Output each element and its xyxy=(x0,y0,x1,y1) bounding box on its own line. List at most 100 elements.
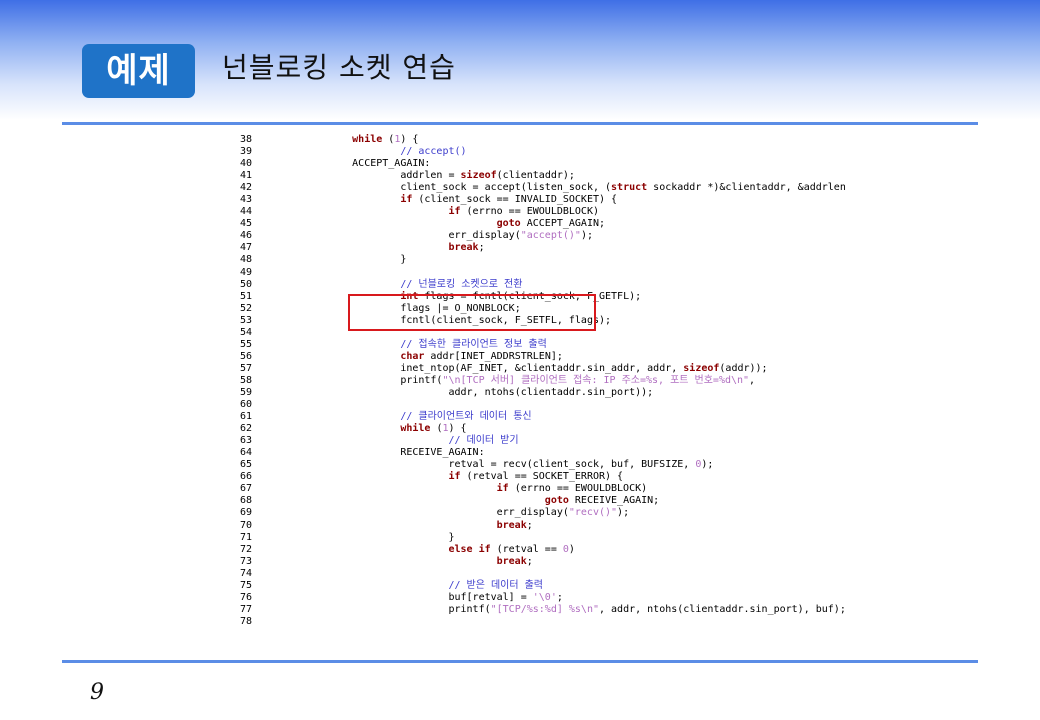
code-text: if (errno == EWOULDBLOCK) xyxy=(448,206,599,218)
line-number: 73 xyxy=(240,555,253,567)
code-text: } xyxy=(400,254,406,266)
code-text: break; xyxy=(497,556,533,568)
code-token: "\n[TCP 서버] 클라이언트 접속: IP 주소=%s, 포트 번호=%d… xyxy=(442,374,750,386)
code-token: printf( xyxy=(400,374,443,386)
code-token: sizeof xyxy=(460,170,497,182)
divider-top xyxy=(62,122,978,125)
line-number: 56 xyxy=(240,350,253,362)
code-token: ( xyxy=(382,134,395,145)
highlight-box xyxy=(348,294,596,331)
code-token: break xyxy=(496,555,527,567)
line-number: 54 xyxy=(240,326,253,338)
code-text: // accept() xyxy=(400,146,466,158)
line-number: 39 xyxy=(240,146,253,158)
line-number: 67 xyxy=(240,483,253,495)
line-number: 71 xyxy=(240,531,253,543)
code-token: if xyxy=(448,206,461,218)
line-number: 69 xyxy=(240,507,253,519)
code-token: ( xyxy=(430,423,443,435)
code-token: // 클라이언트와 데이터 통신 xyxy=(400,411,532,423)
code-token: } xyxy=(400,254,407,266)
code-text: err_display("recv()"); xyxy=(497,507,629,519)
code-token: RECEIVE_AGAIN: xyxy=(400,447,485,459)
code-token: if xyxy=(448,471,461,483)
code-token: '\0' xyxy=(532,591,557,603)
line-number: 62 xyxy=(240,423,253,435)
code-text: inet_ntop(AF_INET, &clientaddr.sin_addr,… xyxy=(400,363,767,375)
example-badge: 예제 xyxy=(82,44,195,98)
code-token: (client_sock == INVALID_SOCKET) { xyxy=(412,194,618,206)
code-token: ; xyxy=(556,591,563,603)
code-token: (errno == EWOULDBLOCK) xyxy=(460,206,599,218)
code-token: char xyxy=(400,350,425,362)
line-number: 50 xyxy=(240,278,253,290)
code-token: ; xyxy=(478,242,485,254)
line-number: 77 xyxy=(240,603,253,615)
code-token: "recv()" xyxy=(568,507,618,519)
line-number: 57 xyxy=(240,362,253,374)
code-text: printf("[TCP/%s:%d] %s\n", addr, ntohs(c… xyxy=(448,604,845,616)
line-number: 74 xyxy=(240,567,253,579)
slide-title: 넌블로킹 소켓 연습 xyxy=(222,51,456,84)
code-text: if (retval == SOCKET_ERROR) { xyxy=(448,471,623,483)
code-token: if xyxy=(496,483,509,495)
line-number: 72 xyxy=(240,543,253,555)
code-token: ); xyxy=(580,230,593,242)
line-number: 48 xyxy=(240,254,253,266)
code-text: buf[retval] = '\0'; xyxy=(448,592,562,604)
line-number: 47 xyxy=(240,242,253,254)
code-token: (addr)); xyxy=(719,362,768,374)
code-token: "accept()" xyxy=(520,230,581,242)
code-token: inet_ntop(AF_INET, &clientaddr.sin_addr,… xyxy=(400,362,684,374)
code-text: break; xyxy=(448,242,484,254)
code-token: ACCEPT_AGAIN; xyxy=(520,218,606,230)
code-token: addrlen = xyxy=(400,170,461,182)
code-token: , addr, ntohs(clientaddr.sin_port), buf)… xyxy=(599,603,846,615)
code-text: printf("\n[TCP 서버] 클라이언트 접속: IP 주소=%s, 포… xyxy=(400,375,755,387)
code-token: client_sock = accept(listen_sock, ( xyxy=(400,182,612,194)
code-text: RECEIVE_AGAIN: xyxy=(400,447,484,459)
code-token: buf[retval] = xyxy=(448,591,533,603)
line-number: 65 xyxy=(240,459,253,471)
code-token: ) { xyxy=(400,134,419,145)
code-token: } xyxy=(448,531,455,543)
code-token: (errno == EWOULDBLOCK) xyxy=(508,483,648,495)
code-token: ); xyxy=(701,459,714,471)
line-number: 75 xyxy=(240,579,253,591)
code-token: ; xyxy=(526,555,533,567)
code-token: // 넌블로킹 소켓으로 전환 xyxy=(400,278,523,290)
code-token: addr[INET_ADDRSTRLEN]; xyxy=(424,350,563,362)
line-number: 38 xyxy=(240,134,253,145)
code-token: , xyxy=(749,374,756,386)
line-number: 60 xyxy=(240,399,253,411)
line-number: 68 xyxy=(240,495,253,507)
code-token: sockaddr *)&clientaddr, &addrlen xyxy=(647,182,846,194)
line-number: 70 xyxy=(240,519,253,531)
code-token: ); xyxy=(617,507,630,519)
code-token: // 데이터 받기 xyxy=(448,435,519,447)
code-token: (clientaddr); xyxy=(496,170,575,182)
code-text: char addr[INET_ADDRSTRLEN]; xyxy=(400,351,563,363)
code-text: // 넌블로킹 소켓으로 전환 xyxy=(400,279,522,291)
code-token: addr, ntohs(clientaddr.sin_port)); xyxy=(448,386,654,398)
line-number: 58 xyxy=(240,374,253,386)
line-number: 43 xyxy=(240,194,253,206)
code-text: else if (retval == 0) xyxy=(448,544,574,556)
code-token: while xyxy=(400,423,431,435)
code-token: printf( xyxy=(448,603,491,615)
code-text: if (client_sock == INVALID_SOCKET) { xyxy=(400,194,617,206)
code-token: RECEIVE_AGAIN; xyxy=(568,495,660,507)
code-token: "[TCP/%s:%d] %s\n" xyxy=(490,603,599,615)
page-number: 9 xyxy=(90,680,104,705)
divider-bottom xyxy=(62,660,978,663)
code-token: goto xyxy=(544,495,569,507)
code-token: err_display( xyxy=(448,230,521,242)
code-text: ACCEPT_AGAIN: xyxy=(352,158,430,170)
line-number: 61 xyxy=(240,411,253,423)
code-text: retval = recv(client_sock, buf, BUFSIZE,… xyxy=(448,459,713,471)
code-text: addrlen = sizeof(clientaddr); xyxy=(400,170,575,182)
code-token: retval = recv(client_sock, buf, BUFSIZE, xyxy=(448,459,696,471)
line-number: 44 xyxy=(240,206,253,218)
code-token: break xyxy=(448,242,479,254)
code-text: // 접속한 클라이언트 정보 출력 xyxy=(400,339,547,351)
